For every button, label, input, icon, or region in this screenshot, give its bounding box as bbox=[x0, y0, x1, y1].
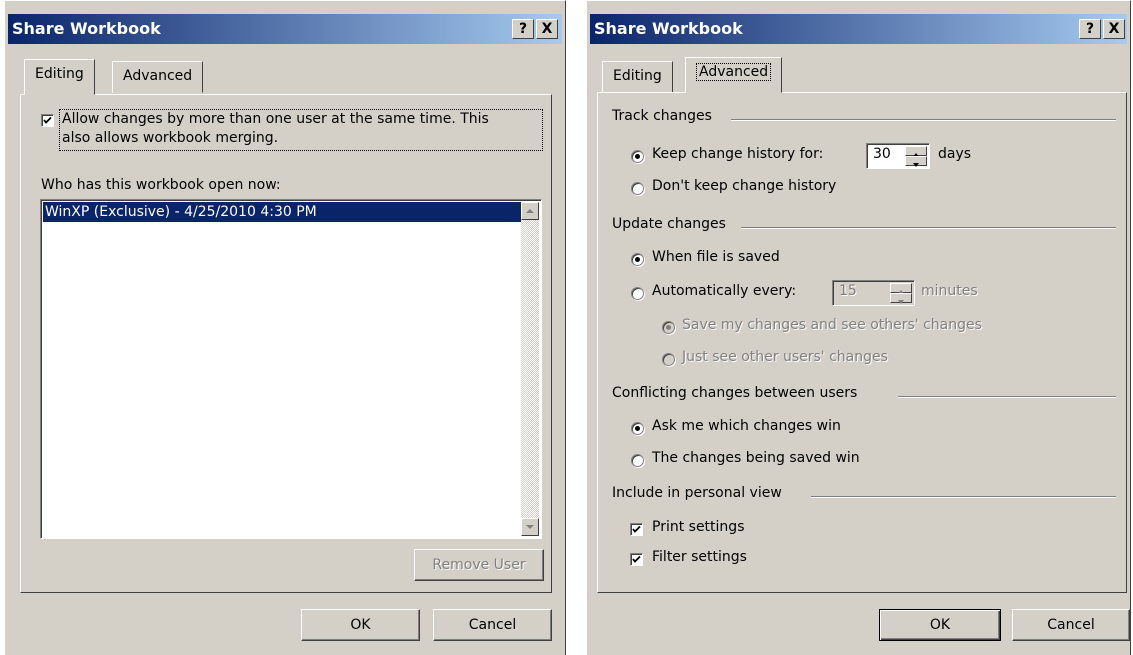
dont-keep-history-radio[interactable] bbox=[631, 182, 644, 195]
just-see-radio[interactable] bbox=[662, 353, 675, 366]
close-button[interactable]: X bbox=[1103, 19, 1125, 39]
keep-history-label: Keep change history for: bbox=[652, 146, 824, 162]
editing-panel: Allow changes by more than one user at t… bbox=[20, 94, 552, 593]
checkmark-icon bbox=[632, 525, 641, 533]
group-divider bbox=[811, 496, 1116, 498]
allow-changes-label-2: also allows workbook merging. bbox=[62, 130, 279, 146]
tab-editing-label: Editing bbox=[35, 66, 84, 82]
scroll-up-button[interactable] bbox=[521, 202, 539, 220]
remove-user-button[interactable]: Remove User bbox=[414, 549, 544, 581]
group-divider bbox=[731, 119, 1116, 121]
tab-editing[interactable]: Editing bbox=[24, 59, 95, 95]
dialog-title: Share Workbook bbox=[12, 19, 161, 38]
checkmark-icon bbox=[43, 116, 52, 124]
minutes-value: 15 bbox=[839, 283, 857, 299]
update-changes-header: Update changes bbox=[612, 216, 726, 232]
print-settings-checkbox[interactable] bbox=[630, 523, 643, 536]
minutes-spin-buttons[interactable] bbox=[890, 283, 912, 304]
tab-advanced[interactable]: Advanced bbox=[112, 61, 204, 93]
help-icon: ? bbox=[1085, 21, 1095, 37]
advanced-panel: Track changes Keep change history for: 3… bbox=[597, 92, 1127, 593]
group-divider bbox=[898, 396, 1116, 398]
ask-me-label: Ask me which changes win bbox=[652, 418, 841, 434]
when-saved-radio[interactable] bbox=[631, 253, 644, 266]
just-see-label: Just see other users' changes bbox=[682, 349, 888, 365]
tab-editing[interactable]: Editing bbox=[602, 61, 673, 93]
who-has-open-label: Who has this workbook open now: bbox=[41, 177, 281, 193]
days-spin-buttons[interactable] bbox=[905, 146, 927, 167]
spin-down-button[interactable] bbox=[890, 293, 912, 304]
close-icon: X bbox=[541, 21, 553, 37]
tab-advanced[interactable]: Advanced bbox=[685, 57, 783, 93]
tab-advanced-label: Advanced bbox=[696, 63, 772, 81]
personal-view-header: Include in personal view bbox=[612, 485, 782, 501]
ask-me-radio[interactable] bbox=[631, 422, 644, 435]
arrow-up-icon bbox=[526, 209, 534, 213]
allow-changes-checkbox[interactable] bbox=[41, 114, 54, 127]
minutes-spinner[interactable]: 15 bbox=[832, 280, 915, 306]
list-item[interactable]: WinXP (Exclusive) - 4/25/2010 4:30 PM bbox=[43, 202, 521, 222]
spin-up-button[interactable] bbox=[890, 283, 912, 294]
title-bar: Share Workbook ? X bbox=[590, 14, 1127, 44]
saved-win-radio[interactable] bbox=[631, 454, 644, 467]
spin-up-button[interactable] bbox=[905, 146, 927, 157]
tab-editing-label: Editing bbox=[613, 68, 662, 84]
ok-button[interactable]: OK bbox=[879, 609, 1001, 641]
when-saved-label: When file is saved bbox=[652, 249, 780, 265]
title-bar: Share Workbook ? X bbox=[8, 14, 562, 44]
help-button[interactable]: ? bbox=[1079, 19, 1101, 39]
days-value: 30 bbox=[873, 146, 891, 162]
days-spinner[interactable]: 30 bbox=[866, 143, 930, 169]
arrow-down-icon bbox=[913, 163, 919, 167]
print-settings-label: Print settings bbox=[652, 519, 745, 535]
dialog-title: Share Workbook bbox=[594, 19, 743, 38]
automatically-every-radio[interactable] bbox=[631, 287, 644, 300]
keep-history-radio[interactable] bbox=[631, 150, 644, 163]
days-label: days bbox=[938, 146, 972, 162]
cancel-button[interactable]: Cancel bbox=[1012, 609, 1130, 641]
checkmark-icon bbox=[632, 555, 641, 563]
filter-settings-label: Filter settings bbox=[652, 549, 747, 565]
share-workbook-dialog-advanced: Share Workbook ? X Editing Advanced Trac… bbox=[586, 0, 1131, 655]
spin-down-button[interactable] bbox=[905, 156, 927, 167]
conflicting-header: Conflicting changes between users bbox=[612, 385, 858, 401]
scroll-down-button[interactable] bbox=[521, 518, 539, 536]
arrow-down-icon bbox=[898, 300, 904, 304]
help-button[interactable]: ? bbox=[512, 19, 534, 39]
save-my-changes-label: Save my changes and see others' changes bbox=[682, 317, 982, 333]
close-icon: X bbox=[1108, 21, 1120, 37]
allow-changes-label-1: Allow changes by more than one user at t… bbox=[62, 111, 489, 127]
share-workbook-dialog-editing: Share Workbook ? X Editing Advanced Allo… bbox=[4, 0, 566, 655]
minutes-label: minutes bbox=[921, 283, 978, 299]
group-divider bbox=[741, 227, 1116, 229]
scrollbar[interactable] bbox=[521, 202, 539, 536]
arrow-down-icon bbox=[526, 525, 534, 529]
filter-settings-checkbox[interactable] bbox=[630, 553, 643, 566]
close-button[interactable]: X bbox=[536, 19, 558, 39]
help-icon: ? bbox=[518, 21, 528, 37]
cancel-button[interactable]: Cancel bbox=[433, 609, 552, 641]
users-listbox[interactable]: WinXP (Exclusive) - 4/25/2010 4:30 PM bbox=[40, 199, 542, 539]
automatically-every-label: Automatically every: bbox=[652, 283, 797, 299]
ok-button[interactable]: OK bbox=[301, 609, 420, 641]
save-my-changes-radio[interactable] bbox=[662, 321, 675, 334]
dont-keep-history-label: Don't keep change history bbox=[652, 178, 837, 194]
saved-win-label: The changes being saved win bbox=[652, 450, 860, 466]
track-changes-header: Track changes bbox=[612, 108, 712, 124]
tab-advanced-label: Advanced bbox=[123, 68, 193, 84]
